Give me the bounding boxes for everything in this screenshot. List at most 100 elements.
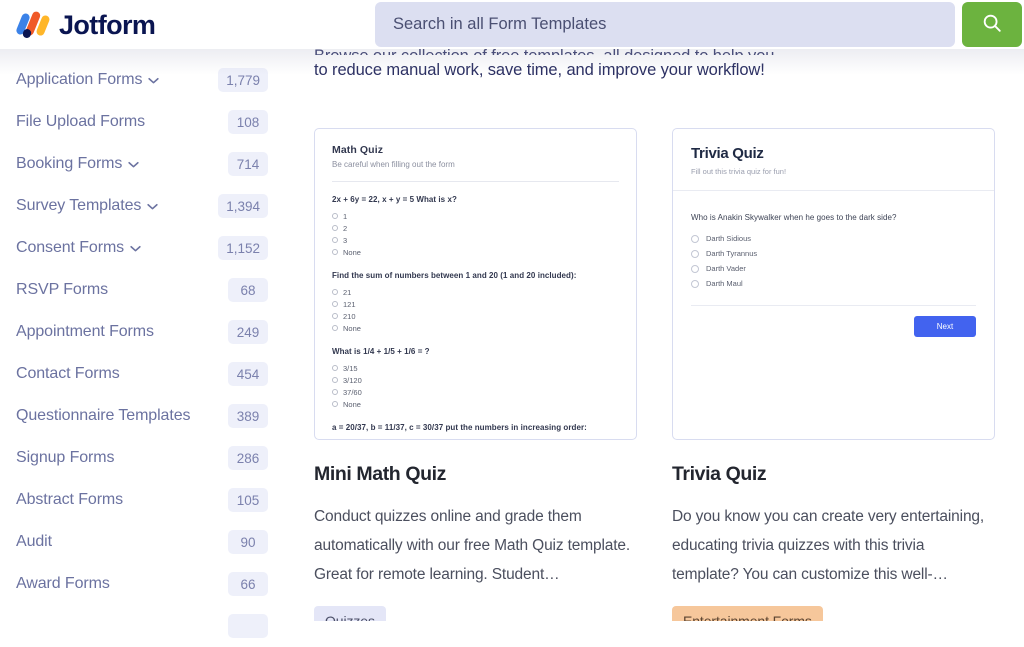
preview-option-label: Darth Sidious	[706, 234, 751, 243]
preview-option-label: 21	[343, 288, 351, 297]
preview-option[interactable]: 3/15	[332, 362, 619, 374]
intro-paragraph: Browse our collection of free templates,…	[314, 49, 1014, 86]
template-card-tag[interactable]: Entertainment Forms	[672, 606, 823, 621]
preview-option[interactable]: 3	[332, 234, 619, 246]
radio-icon	[691, 250, 699, 258]
sidebar-item-count: 90	[228, 530, 268, 554]
sidebar-item-appointment-forms[interactable]: Appointment Forms 249	[0, 311, 290, 353]
template-preview-math-quiz[interactable]: Math Quiz Be careful when filling out th…	[314, 128, 637, 440]
sidebar-item-count: 66	[228, 572, 268, 596]
sidebar-item-count: 1,152	[218, 236, 268, 260]
preview-option-label: 3/120	[343, 376, 362, 385]
radio-icon	[332, 237, 338, 243]
preview-option[interactable]: None	[332, 322, 619, 334]
preview-option[interactable]: Darth Maul	[691, 276, 976, 291]
sidebar-item-count: 249	[228, 320, 268, 344]
sidebar-item-rsvp-forms[interactable]: RSVP Forms 68	[0, 269, 290, 311]
chevron-down-icon[interactable]	[147, 203, 158, 210]
preview-option-label: 210	[343, 312, 356, 321]
sidebar-item-contact-forms[interactable]: Contact Forms 454	[0, 353, 290, 395]
template-card-mini-math-quiz[interactable]: Math Quiz Be careful when filling out th…	[314, 128, 637, 621]
sidebar-item-label: File Upload Forms	[16, 113, 145, 131]
template-card-trivia-quiz[interactable]: Trivia Quiz Fill out this trivia quiz fo…	[672, 128, 995, 621]
sidebar-item-label: Award Forms	[16, 575, 110, 593]
search-bar	[375, 2, 1022, 47]
preview-question: Find the sum of numbers between 1 and 20…	[332, 271, 619, 334]
preview-option-label: 3/15	[343, 364, 358, 373]
template-card-title: Trivia Quiz	[672, 463, 995, 486]
radio-icon	[691, 235, 699, 243]
preview-question-prompt: a = 20/37, b = 11/37, c = 30/37 put the …	[332, 423, 619, 432]
jotform-logo-icon	[18, 10, 50, 40]
radio-icon	[332, 401, 338, 407]
preview-question: 2x + 6y = 22, x + y = 5 What is x? 1 2 3…	[332, 195, 619, 258]
template-results: Browse our collection of free templates,…	[290, 49, 1024, 621]
preview-option-label: None	[343, 324, 361, 333]
preview-option[interactable]: None	[332, 246, 619, 258]
sidebar-item-count: 108	[228, 110, 268, 134]
sidebar-item-abstract-forms[interactable]: Abstract Forms 105	[0, 479, 290, 521]
sidebar-item-questionnaire-templates[interactable]: Questionnaire Templates 389	[0, 395, 290, 437]
chevron-down-icon[interactable]	[128, 161, 139, 168]
template-card-title: Mini Math Quiz	[314, 463, 637, 486]
preview-option[interactable]: 37/60	[332, 386, 619, 398]
sidebar-item-label: Signup Forms	[16, 449, 114, 467]
preview-question-prompt: 2x + 6y = 22, x + y = 5 What is x?	[332, 195, 619, 204]
preview-option[interactable]: Darth Vader	[691, 261, 976, 276]
preview-option[interactable]: Darth Tyrannus	[691, 246, 976, 261]
template-preview-trivia-quiz[interactable]: Trivia Quiz Fill out this trivia quiz fo…	[672, 128, 995, 440]
sidebar-item-label: Application Forms	[16, 71, 142, 89]
preview-option[interactable]: Darth Sidious	[691, 231, 976, 246]
chevron-down-icon[interactable]	[130, 245, 141, 252]
preview-option[interactable]: 121	[332, 298, 619, 310]
preview-option-label: None	[343, 248, 361, 257]
sidebar-item-survey-templates[interactable]: Survey Templates 1,394	[0, 185, 290, 227]
sidebar-item-consent-forms[interactable]: Consent Forms 1,152	[0, 227, 290, 269]
sidebar-item-count: 286	[228, 446, 268, 470]
sidebar-item-signup-forms[interactable]: Signup Forms 286	[0, 437, 290, 479]
page-body: Application Forms 1,779 File Upload Form…	[0, 49, 1024, 621]
preview-next-button[interactable]: Next	[914, 316, 976, 337]
preview-option-label: 37/60	[343, 388, 362, 397]
sidebar-item-award-forms[interactable]: Award Forms 66	[0, 563, 290, 605]
preview-option[interactable]: 3/120	[332, 374, 619, 386]
preview-question-prompt: What is 1/4 + 1/5 + 1/6 = ?	[332, 347, 619, 356]
preview-option[interactable]: 21	[332, 286, 619, 298]
preview-option[interactable]: 1	[332, 210, 619, 222]
radio-icon	[332, 301, 338, 307]
sidebar-item-label: Questionnaire Templates	[16, 407, 190, 425]
preview-option[interactable]: 2	[332, 222, 619, 234]
sidebar-item-label: Appointment Forms	[16, 323, 154, 341]
sidebar-item-label: Contact Forms	[16, 365, 120, 383]
chevron-down-icon[interactable]	[148, 77, 159, 84]
sidebar-item-count: 68	[228, 278, 268, 302]
sidebar-item-audit[interactable]: Audit 90	[0, 521, 290, 563]
radio-icon	[332, 389, 338, 395]
radio-icon	[332, 225, 338, 231]
preview-option[interactable]: 210	[332, 310, 619, 322]
template-card-tag[interactable]: Quizzes	[314, 606, 386, 621]
sidebar-item-label: Survey Templates	[16, 197, 141, 215]
preview-option-label: Darth Tyrannus	[706, 249, 757, 258]
sidebar-item-partial[interactable]	[0, 605, 290, 647]
brand-logo[interactable]: Jotform	[18, 7, 155, 43]
preview-question: What is 1/4 + 1/5 + 1/6 = ? 3/15 3/120 3…	[332, 347, 619, 410]
sidebar-item-count: 1,779	[218, 68, 268, 92]
sidebar-item-count: 454	[228, 362, 268, 386]
radio-icon	[332, 289, 338, 295]
intro-clipped-line: Browse our collection of free templates,…	[314, 49, 1014, 55]
intro-visible-line: to reduce manual work, save time, and im…	[314, 61, 765, 79]
preview-option-label: Darth Maul	[706, 279, 743, 288]
preview-option[interactable]: None	[332, 398, 619, 410]
template-card-description: Do you know you can create very entertai…	[672, 502, 995, 589]
sidebar-item-count: 714	[228, 152, 268, 176]
search-input[interactable]	[375, 2, 955, 47]
sidebar-item-booking-forms[interactable]: Booking Forms 714	[0, 143, 290, 185]
radio-icon	[691, 265, 699, 273]
sidebar-item-file-upload-forms[interactable]: File Upload Forms 108	[0, 101, 290, 143]
sidebar-item-application-forms[interactable]: Application Forms 1,779	[0, 59, 290, 101]
template-card-grid: Math Quiz Be careful when filling out th…	[314, 128, 995, 621]
preview-form-subtitle: Be careful when filling out the form	[332, 160, 619, 169]
preview-form-title: Trivia Quiz	[691, 145, 976, 162]
search-button[interactable]	[962, 2, 1022, 47]
